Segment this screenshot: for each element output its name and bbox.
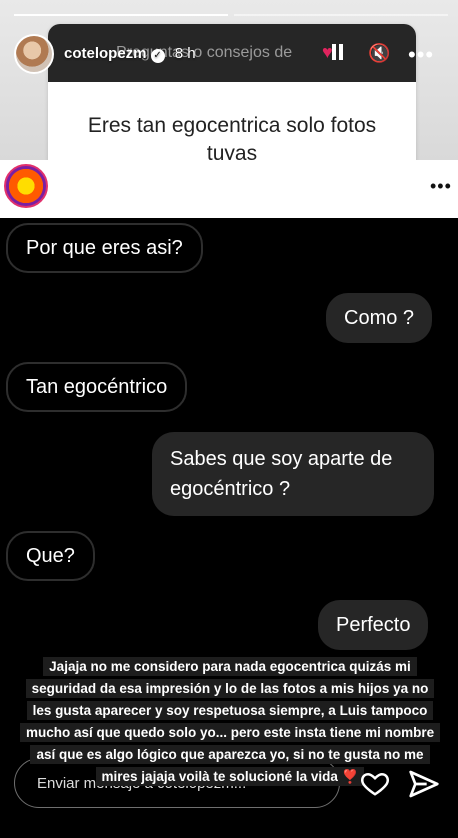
username[interactable]: cotelopezm ✓ 8 h (64, 45, 196, 63)
progress-segment (234, 14, 448, 16)
question-text: Eres tan egocentrica solo fotos tuyas (87, 114, 377, 165)
chat-logo (4, 164, 48, 208)
chat-bubble-left: Tan egocéntrico (6, 362, 188, 412)
story-progress (14, 14, 448, 16)
verified-badge-icon: ✓ (150, 49, 165, 63)
chat-more-icon: ••• (430, 176, 452, 196)
like-heart-icon[interactable] (360, 768, 390, 798)
chat-header (0, 160, 458, 218)
story-profile[interactable]: cotelopezm ✓ 8 h (14, 34, 196, 74)
chat-bubble-left: Que? (6, 531, 95, 581)
chat-bubble-right: Perfecto (318, 600, 429, 650)
speaker-muted-icon[interactable]: 🔇 (368, 43, 390, 64)
avatar[interactable] (14, 34, 54, 74)
chat-bubble-right: Como ? (326, 293, 433, 343)
chat-bubble-right: Sabes que soy aparte de egocéntrico ? (152, 432, 434, 516)
pause-icon[interactable] (332, 44, 343, 60)
more-options-icon[interactable]: ••• (408, 42, 434, 68)
send-icon[interactable] (408, 768, 440, 800)
story-time: 8 h (174, 45, 196, 62)
chat-bubble-left: Por que eres asi? (6, 223, 203, 273)
progress-segment (14, 14, 228, 16)
